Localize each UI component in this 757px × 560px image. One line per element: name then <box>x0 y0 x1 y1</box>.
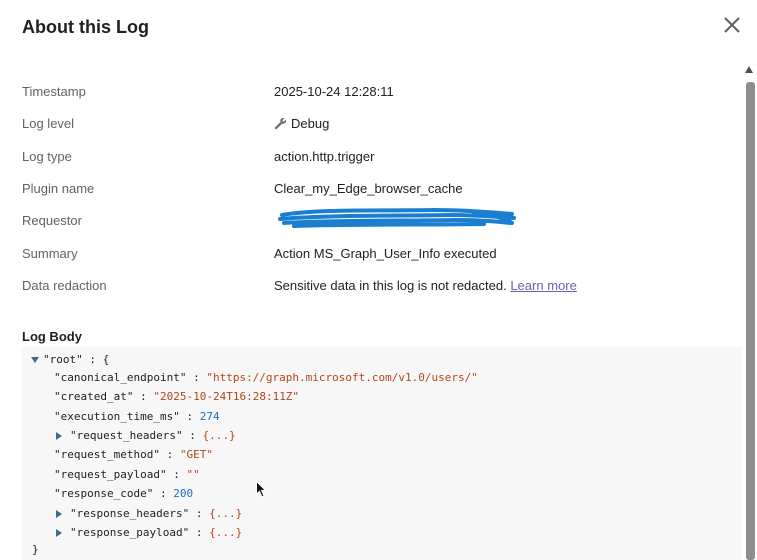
json-key: "request_payload" <box>54 468 167 481</box>
json-line-response-payload[interactable]: "response_payload" : {...} <box>56 525 242 541</box>
json-key: "canonical_endpoint" <box>54 371 187 384</box>
json-colon: : <box>159 487 167 500</box>
learn-more-link[interactable]: Learn more <box>510 278 576 293</box>
dialog-title: About this Log <box>22 17 149 37</box>
expand-triangle-icon[interactable] <box>56 529 62 537</box>
json-string-value: "2025-10-24T16:28:11Z" <box>153 390 300 403</box>
json-key: "response_headers" <box>70 507 190 520</box>
log-type-label: Log type <box>22 149 72 164</box>
json-line-canonical-endpoint: "canonical_endpoint" : "https://graph.mi… <box>54 370 478 386</box>
json-line-response-headers[interactable]: "response_headers" : {...} <box>56 506 242 522</box>
log-body-title: Log Body <box>22 329 82 344</box>
json-line-response-code: "response_code" : 200 <box>54 486 193 502</box>
mouse-cursor-icon <box>256 481 267 498</box>
json-string-value: "" <box>186 468 200 481</box>
data-redaction-label: Data redaction <box>22 278 107 293</box>
json-string-value: "https://graph.microsoft.com/v1.0/users/… <box>206 371 478 384</box>
json-key: "execution_time_ms" <box>54 410 180 423</box>
json-string-value: "GET" <box>179 448 213 461</box>
json-colon: : <box>140 390 147 403</box>
json-root-line[interactable]: "root" : { <box>31 352 109 368</box>
log-level-label: Log level <box>22 116 75 131</box>
redaction-scribble <box>278 207 516 228</box>
scrollbar-thumb[interactable] <box>746 82 755 560</box>
scroll-up-arrow-icon[interactable] <box>745 66 753 73</box>
data-redaction-value: Sensitive data in this log is not redact… <box>274 278 507 293</box>
json-collapsed-value[interactable]: {...} <box>209 526 242 539</box>
expand-triangle-icon[interactable] <box>56 432 62 440</box>
json-open-brace: { <box>102 353 110 366</box>
json-close-brace: } <box>32 543 39 556</box>
json-key: "root" <box>43 353 83 366</box>
requestor-label: Requestor <box>22 213 82 228</box>
json-key: "response_payload" <box>70 526 190 539</box>
json-colon: : <box>173 468 180 481</box>
json-line-request-payload: "request_payload" : "" <box>54 467 200 483</box>
json-collapsed-value[interactable]: {...} <box>202 429 235 442</box>
json-colon: : <box>186 410 194 423</box>
data-redaction-value-group: Sensitive data in this log is not redact… <box>274 278 577 293</box>
json-close-line: } <box>32 542 39 558</box>
timestamp-label: Timestamp <box>22 84 86 99</box>
json-line-created-at: "created_at" : "2025-10-24T16:28:11Z" <box>54 389 299 405</box>
json-colon: : <box>166 448 174 461</box>
json-number-value: 274 <box>199 410 220 423</box>
json-key: "request_method" <box>54 448 160 461</box>
wrench-icon <box>274 117 287 130</box>
json-key: "created_at" <box>54 390 134 403</box>
json-colon: : <box>195 526 203 539</box>
json-colon: : <box>193 371 200 384</box>
json-line-execution-time: "execution_time_ms" : 274 <box>54 409 220 425</box>
json-key: "response_code" <box>54 487 154 500</box>
timestamp-value: 2025-10-24 12:28:11 <box>274 84 394 99</box>
json-line-request-headers[interactable]: "request_headers" : {...} <box>56 428 236 444</box>
json-collapsed-value[interactable]: {...} <box>209 507 242 520</box>
log-level-value-group: Debug <box>274 116 329 131</box>
log-level-value: Debug <box>291 116 330 131</box>
plugin-name-label: Plugin name <box>22 181 95 196</box>
plugin-name-value: Clear_my_Edge_browser_cache <box>274 181 463 196</box>
summary-value: Action MS_Graph_User_Info executed <box>274 246 497 261</box>
json-number-value: 200 <box>173 487 194 500</box>
json-colon: : <box>195 507 203 520</box>
json-key: "request_headers" <box>70 429 183 442</box>
expand-triangle-icon[interactable] <box>56 510 62 518</box>
json-colon: : <box>89 353 96 366</box>
log-type-value: action.http.trigger <box>274 149 375 164</box>
close-icon[interactable] <box>720 13 744 37</box>
json-colon: : <box>189 429 196 442</box>
json-line-request-method: "request_method" : "GET" <box>54 447 213 463</box>
expand-triangle-icon[interactable] <box>31 357 39 363</box>
summary-label: Summary <box>22 246 78 261</box>
